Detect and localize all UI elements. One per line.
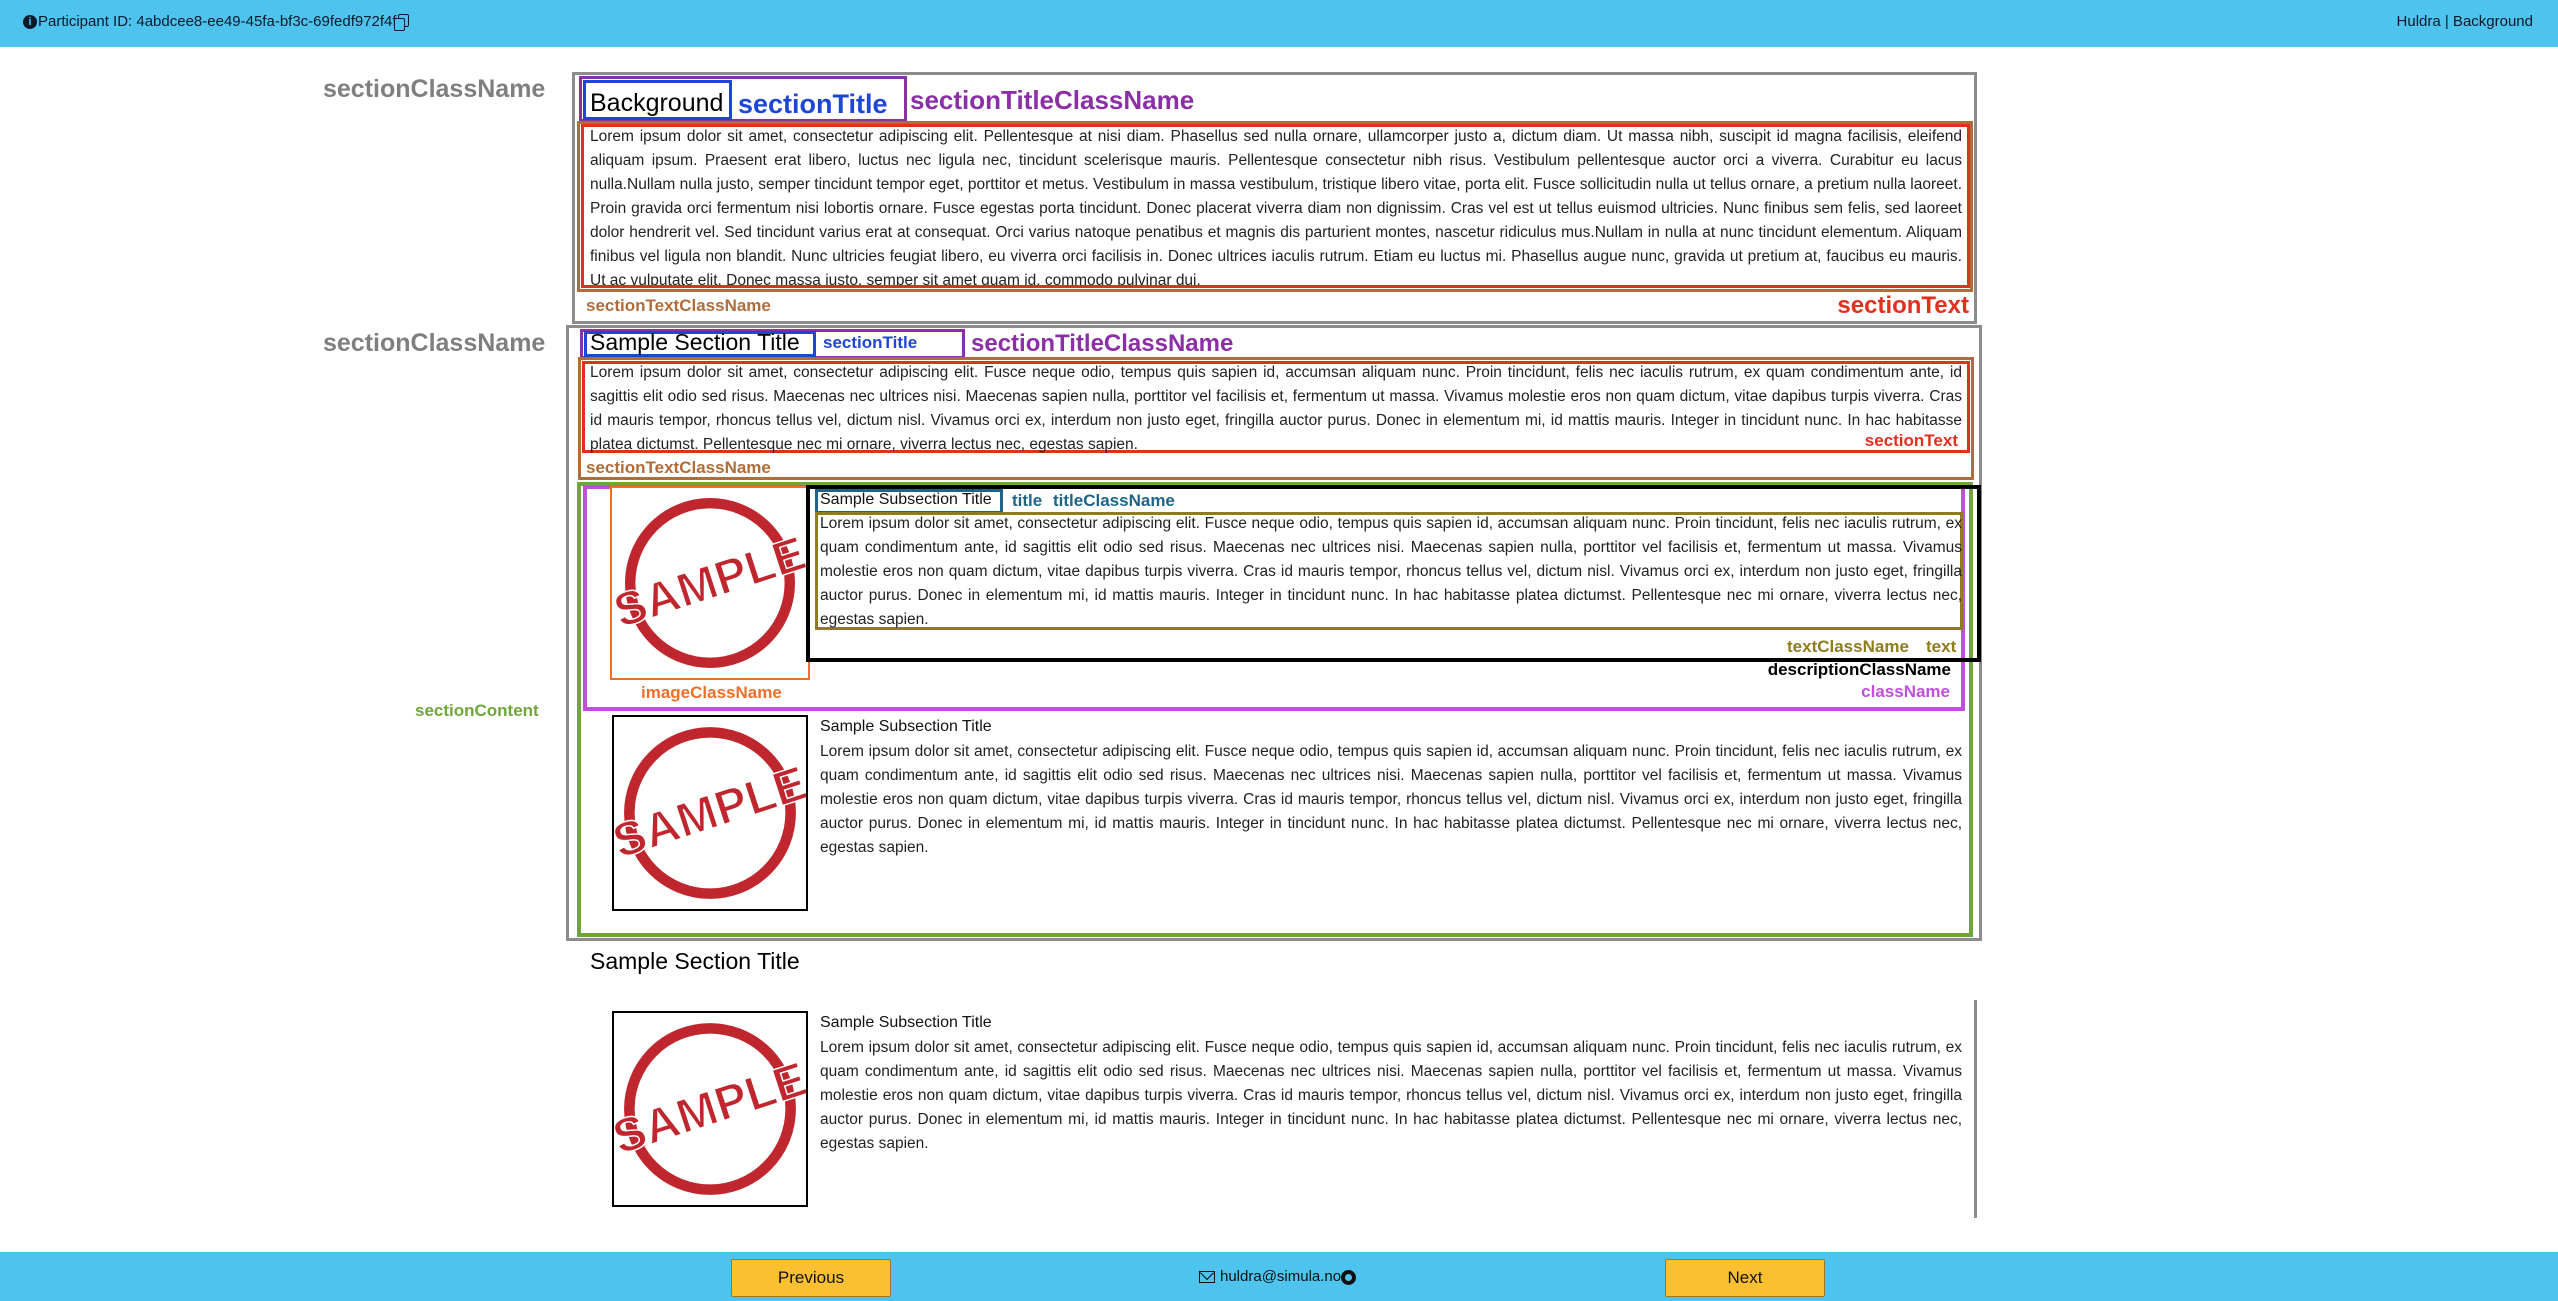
mail-icon[interactable] [1199,1265,1215,1283]
text-label: text [1926,637,1957,656]
subsection-text: Lorem ipsum dolor sit amet, consectetur … [820,1039,1962,1152]
text-class-name-label: textClassName [1787,637,1909,656]
section-title-label: sectionTitle [823,333,918,352]
section-text-class-name-label: sectionTextClassName [586,458,771,477]
section-2-title: Sample Section Title [590,329,800,355]
top-bar: i Participant ID: 4abdcee8-ee49-45fa-bf3… [0,0,2558,47]
section-text-label: sectionText [1837,292,1969,319]
participant-id: Participant ID: 4abdcee8-ee49-45fa-bf3c-… [38,13,397,30]
section-content-label: sectionContent [415,701,539,720]
title-label: title [1012,491,1043,510]
info-icon: i [23,15,37,29]
sample-image: SAMPLE [612,715,808,911]
section-class-name-label: sectionClassName [323,75,546,103]
next-button[interactable]: Next [1665,1259,1825,1297]
section-text-class-name-label: sectionTextClassName [586,296,771,315]
section-2-text: Lorem ipsum dolor sit amet, consectetur … [590,364,1962,453]
copy-icon[interactable] [394,14,410,31]
section-title-class-name-label: sectionTitleClassName [971,330,1234,357]
subsection-title: Sample Subsection Title [820,1014,992,1031]
bottom-bar: Previous huldra@simula.no Next [0,1252,2558,1301]
section-1-text: Lorem ipsum dolor sit amet, consectetur … [590,128,1962,285]
section-text-label: sectionText [1864,431,1958,450]
sample-stamp-icon: SAMPLE [614,727,806,899]
sample-stamp-icon: SAMPLE [612,497,808,669]
brand: Huldra | Background [2396,13,2533,30]
title-class-name-label: titleClassName [1053,491,1175,510]
page-right-rule [1974,1000,1977,1218]
section-class-name-label: sectionClassName [323,329,546,357]
section-title-label: sectionTitle [738,89,888,119]
section-1-title: Background [590,89,724,117]
previous-button[interactable]: Previous [731,1259,891,1297]
email-link[interactable]: huldra@simula.no [1220,1268,1341,1285]
subsection-title: Sample Subsection Title [820,718,992,735]
sample-image: SAMPLE [612,1011,808,1207]
subsection-text: Lorem ipsum dolor sit amet, consectetur … [820,743,1962,856]
section-title-class-name-label: sectionTitleClassName [910,85,1195,115]
subsection-title: Sample Subsection Title [820,491,992,508]
sample-image: SAMPLE [612,488,808,678]
sample-stamp-icon: SAMPLE [614,1023,806,1195]
image-class-name-label: imageClassName [641,683,782,702]
subsection-text: Lorem ipsum dolor sit amet, consectetur … [820,515,1962,628]
github-icon[interactable] [1341,1270,1356,1285]
class-name-label: className [1861,682,1950,701]
description-class-name-label: descriptionClassName [1767,660,1951,679]
section-3-title: Sample Section Title [590,948,800,974]
